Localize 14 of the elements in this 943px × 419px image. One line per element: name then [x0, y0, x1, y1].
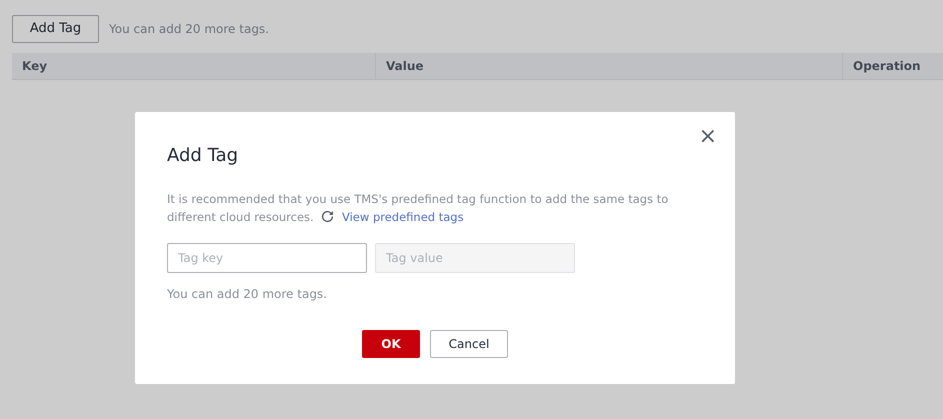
column-header: Operation	[853, 58, 921, 75]
column-header: Key	[22, 58, 48, 75]
add-tag-button[interactable]: Add Tag	[12, 15, 99, 43]
ok-button[interactable]: OK	[362, 330, 420, 358]
view-predefined-tags-link[interactable]: View predefined tags	[342, 210, 464, 224]
tags-remaining-text: You can add 20 more tags.	[109, 21, 269, 38]
cancel-button[interactable]: Cancel	[430, 330, 508, 358]
refresh-icon[interactable]	[321, 210, 334, 223]
recommendation-text: It is recommended that you use TMS's predefined tag function to add the same tags to different cloud resources. View predefined tags	[167, 191, 670, 226]
dialog-title: Add Tag	[167, 144, 240, 168]
close-button[interactable]: ×	[698, 126, 717, 148]
column-header: Value	[386, 58, 424, 75]
tag-input-field[interactable]: Tag key	[167, 243, 367, 273]
tags-remaining-text: You can add 20 more tags.	[167, 286, 328, 303]
